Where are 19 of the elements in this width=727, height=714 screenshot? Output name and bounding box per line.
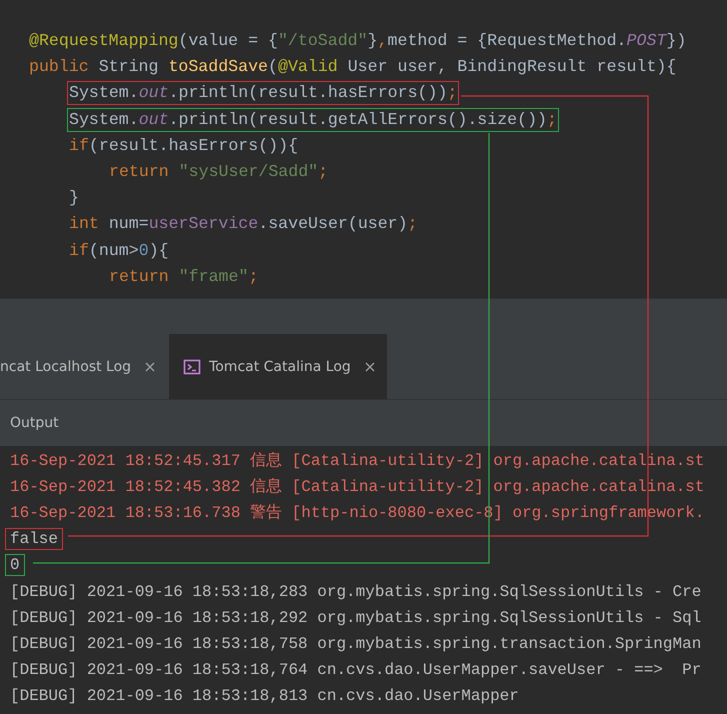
code-line: @RequestMapping(value = {"/toSadd"},method = {RequestMethod.POST}) <box>28 30 688 52</box>
log-tab[interactable]: Tomcat Catalina Log <box>169 334 387 399</box>
close-icon[interactable] <box>145 362 156 372</box>
terminal-icon <box>183 358 202 376</box>
console-line: [DEBUG] 2021-09-16 18:53:18,283 org.mybatis.spring.SqlSessionUtils - Cre <box>9 582 702 603</box>
code-line: } <box>68 187 80 210</box>
console-line: [DEBUG] 2021-09-16 18:53:18,813 cn.cvs.dao.UserMapper <box>9 686 520 707</box>
log-tab[interactable]: ncat Localhost Log <box>0 334 168 399</box>
console-line: [DEBUG] 2021-09-16 18:53:18,758 org.mybatis.spring.transaction.SpringMan <box>9 634 702 655</box>
code-line: return "sysUser/Sadd"; <box>108 161 330 184</box>
code-line: int num=userService.saveUser(user); <box>68 213 419 236</box>
code-line: if(num>0){ <box>68 240 170 262</box>
console-line: [DEBUG] 2021-09-16 18:53:18,292 org.mybatis.spring.SqlSessionUtils - Sql <box>9 608 702 629</box>
panel-title: Output <box>10 415 59 431</box>
code-line: if(result.hasErrors()){ <box>68 134 300 157</box>
code-line: public String toSaddSave(@Valid User user, BindingResult result){ <box>28 56 678 78</box>
code-line: return "frame"; <box>108 266 260 288</box>
console-line: [DEBUG] 2021-09-16 18:53:18,764 cn.cvs.dao.UserMapper.saveUser - ==> Pr <box>9 660 702 681</box>
close-icon[interactable] <box>364 362 375 372</box>
